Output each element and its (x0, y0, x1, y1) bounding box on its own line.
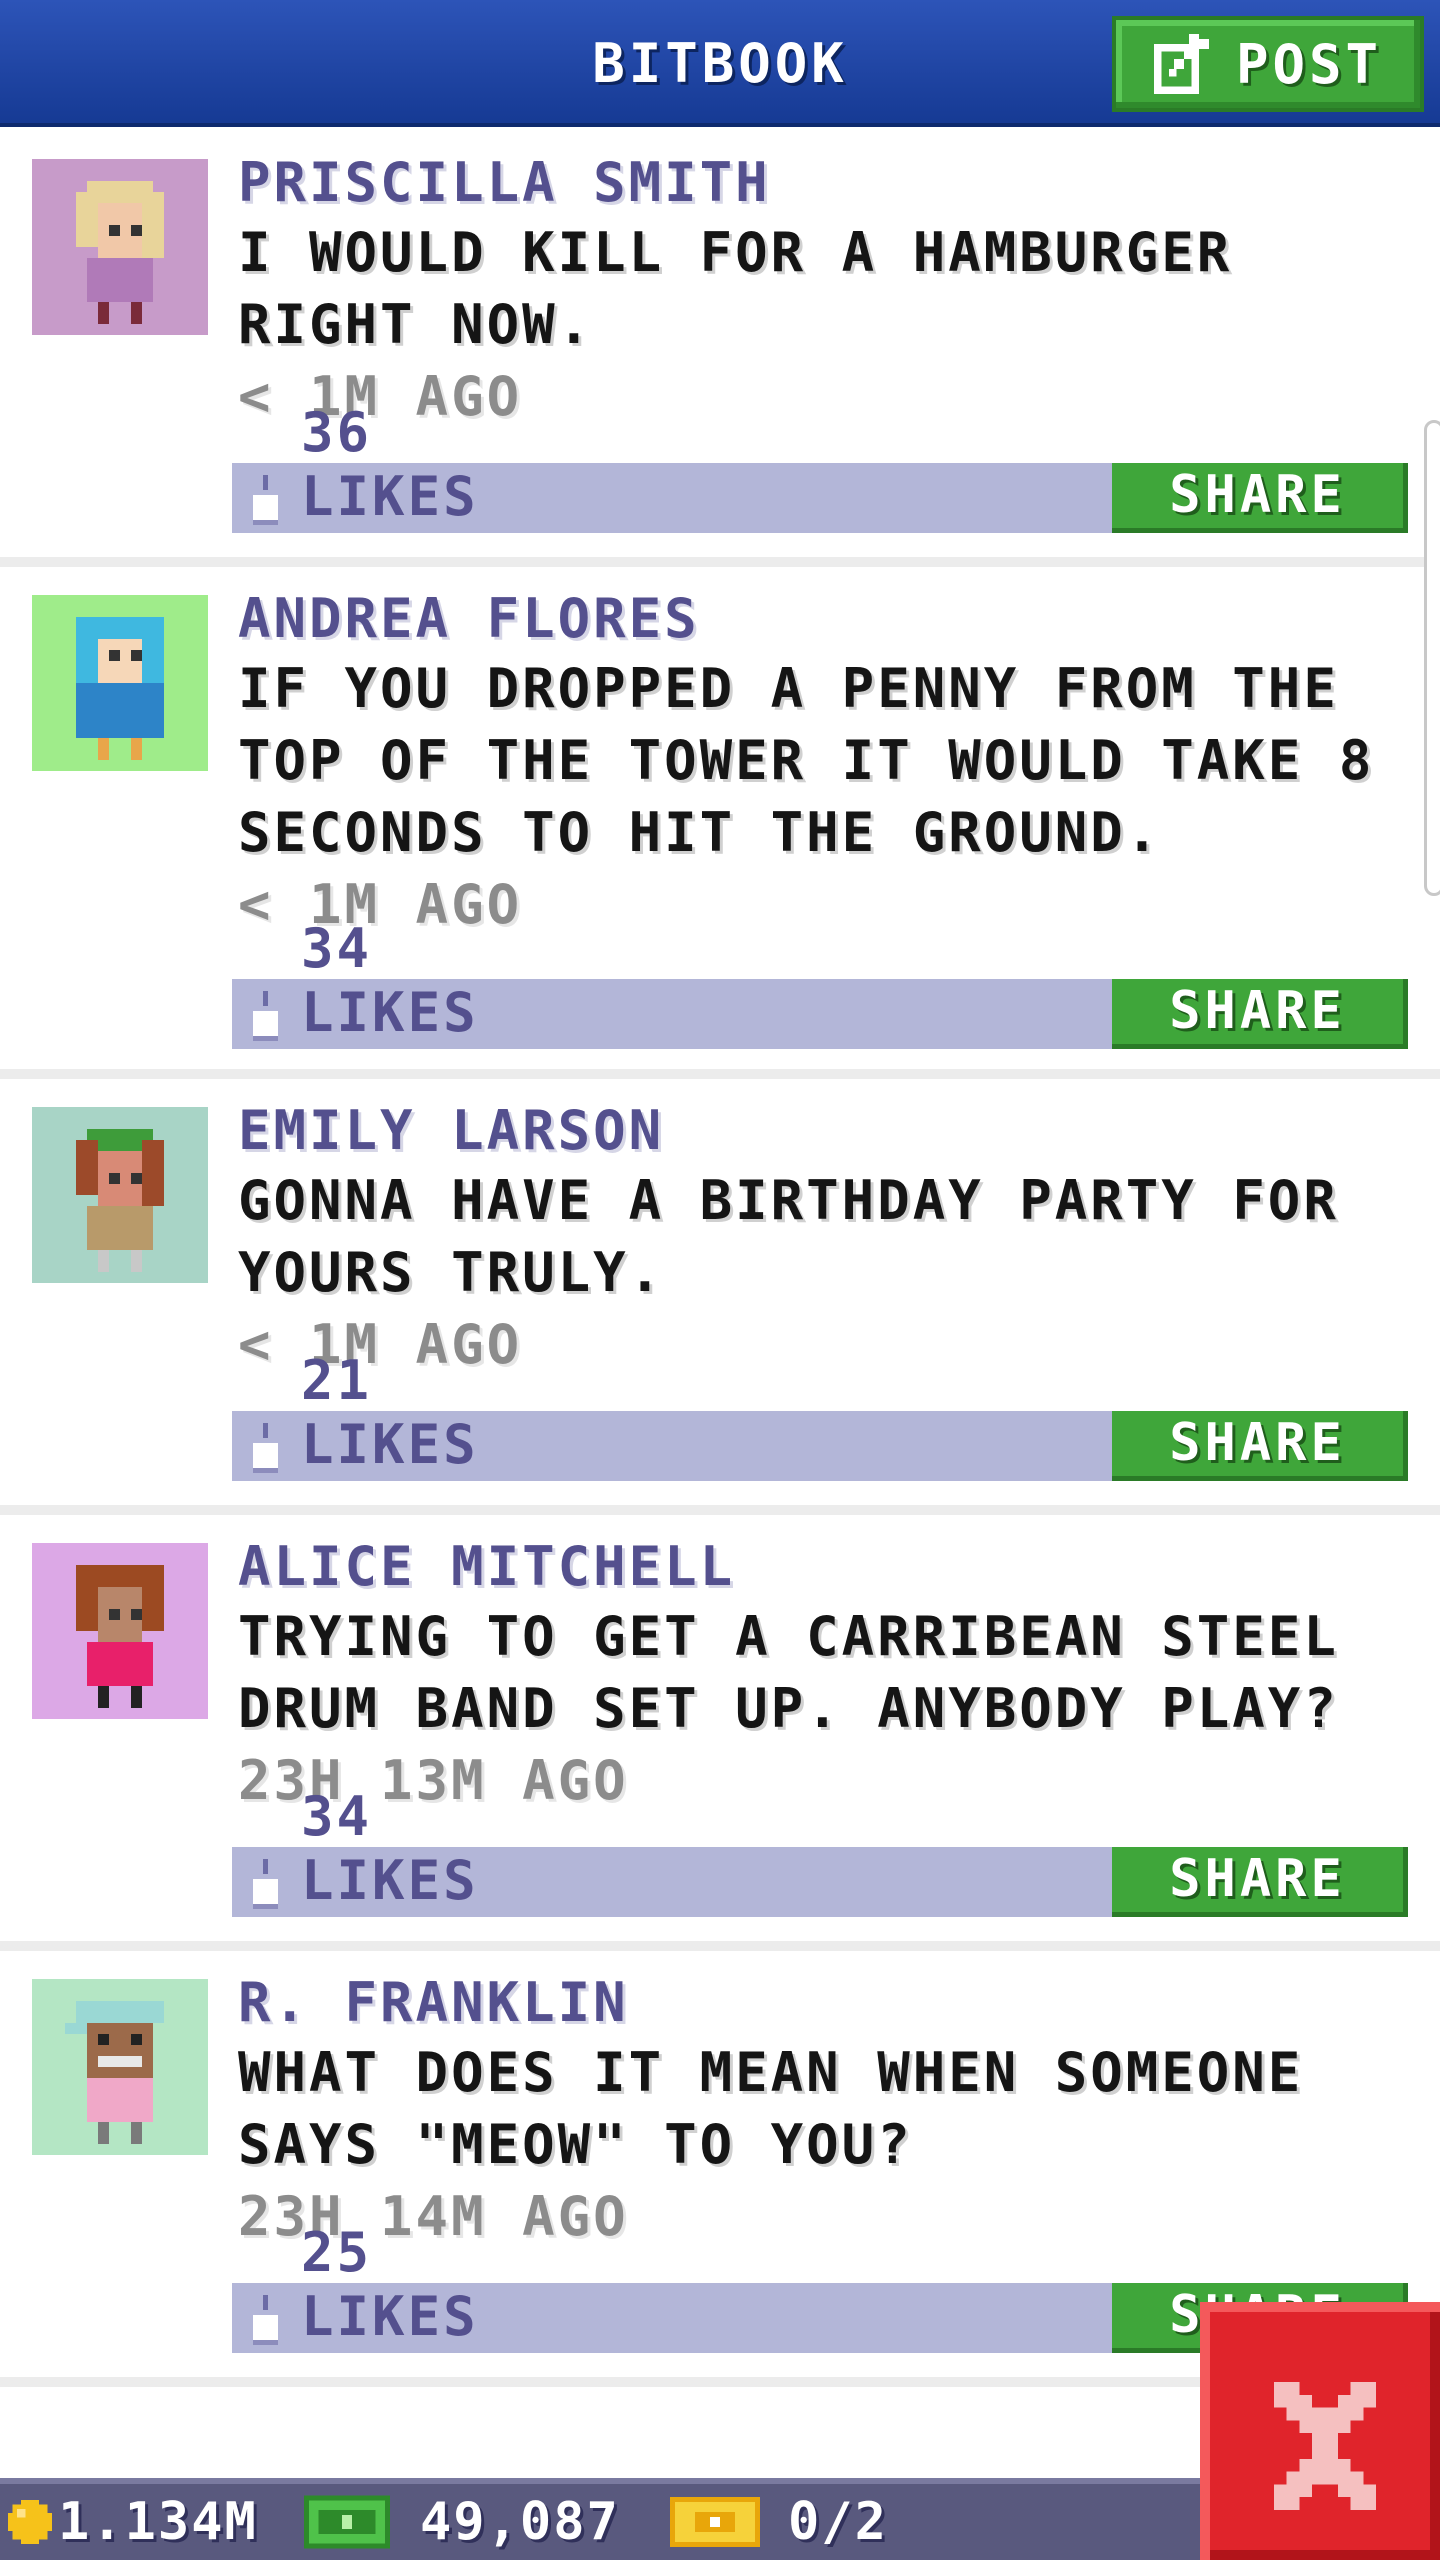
cash-stat: 49,087 (304, 2484, 620, 2560)
author-name[interactable]: ALICE MITCHELL (238, 1535, 735, 1599)
share-button[interactable]: SHARE (1112, 463, 1408, 533)
like-button[interactable]: 34 LIKES (238, 1785, 538, 1917)
author-name[interactable]: EMILY LARSON (238, 1099, 664, 1163)
post-message: IF YOU DROPPED A PENNY FROM THE TOP OF T… (238, 657, 1375, 864)
scrollbar-thumb[interactable] (1424, 420, 1440, 896)
feed-post: PRISCILLA SMITH I WOULD KILL FOR A HAMBU… (0, 131, 1440, 567)
post-message: I WOULD KILL FOR A HAMBURGER RIGHT NOW. (238, 221, 1233, 356)
likes-bar: 21 LIKES SHARE (232, 1349, 1408, 1481)
like-button[interactable]: 25 LIKES (238, 2221, 538, 2353)
like-count: 34 LIKES (301, 1785, 479, 1912)
coins-value: 1.134M (58, 2492, 258, 2552)
thumbs-up-icon (253, 474, 279, 526)
like-count: 36 LIKES (301, 401, 479, 528)
avatar[interactable] (32, 159, 208, 335)
thumbs-up-icon (253, 990, 279, 1042)
app-header: BITBOOK POST (0, 0, 1440, 127)
post-message: GONNA HAVE A BIRTHDAY PARTY FOR YOURS TR… (238, 1169, 1339, 1304)
thumbs-up-icon (253, 1858, 279, 1910)
like-button[interactable]: 34 LIKES (238, 917, 538, 1049)
feed-post: ALICE MITCHELL TRYING TO GET A CARRIBEAN… (0, 1515, 1440, 1951)
cash-icon (304, 2495, 390, 2549)
likes-bar: 36 LIKES SHARE (232, 401, 1408, 533)
close-button[interactable] (1200, 2302, 1440, 2560)
like-button[interactable]: 36 LIKES (238, 401, 538, 533)
close-icon (1273, 2382, 1377, 2510)
edit-icon (1153, 34, 1209, 94)
cash-value: 49,087 (420, 2492, 620, 2552)
post-message: TRYING TO GET A CARRIBEAN STEEL DRUM BAN… (238, 1605, 1339, 1740)
share-button[interactable]: SHARE (1112, 1847, 1408, 1917)
share-button[interactable]: SHARE (1112, 979, 1408, 1049)
likes-bar: 34 LIKES SHARE (232, 1785, 1408, 1917)
author-name[interactable]: PRISCILLA SMITH (238, 151, 771, 215)
coin-icon (8, 2500, 52, 2544)
author-name[interactable]: ANDREA FLORES (238, 587, 700, 651)
thumbs-up-icon (253, 2294, 279, 2346)
tickets-value: 0/2 (788, 2492, 888, 2552)
avatar[interactable] (32, 1543, 208, 1719)
share-button[interactable]: SHARE (1112, 1411, 1408, 1481)
feed-post: EMILY LARSON GONNA HAVE A BIRTHDAY PARTY… (0, 1079, 1440, 1515)
post-message: WHAT DOES IT MEAN WHEN SOMEONE SAYS "MEO… (238, 2041, 1304, 2176)
post-feed[interactable]: PRISCILLA SMITH I WOULD KILL FOR A HAMBU… (0, 131, 1440, 2387)
like-count: 25 LIKES (301, 2221, 479, 2348)
likes-bar: 34 LIKES SHARE (232, 917, 1408, 1049)
like-button[interactable]: 21 LIKES (238, 1349, 538, 1481)
author-name[interactable]: R. FRANKLIN (238, 1971, 629, 2035)
avatar[interactable] (32, 1107, 208, 1283)
coins-stat: 1.134M (8, 2484, 258, 2560)
feed-post: ANDREA FLORES IF YOU DROPPED A PENNY FRO… (0, 567, 1440, 1079)
avatar[interactable] (32, 1979, 208, 2155)
tickets-stat: 0/2 (670, 2484, 888, 2560)
like-count: 34 LIKES (301, 917, 479, 1044)
avatar[interactable] (32, 595, 208, 771)
like-count: 21 LIKES (301, 1349, 479, 1476)
ticket-icon (670, 2497, 760, 2547)
post-button[interactable]: POST (1112, 16, 1424, 112)
post-button-label: POST (1235, 32, 1383, 96)
thumbs-up-icon (253, 1422, 279, 1474)
